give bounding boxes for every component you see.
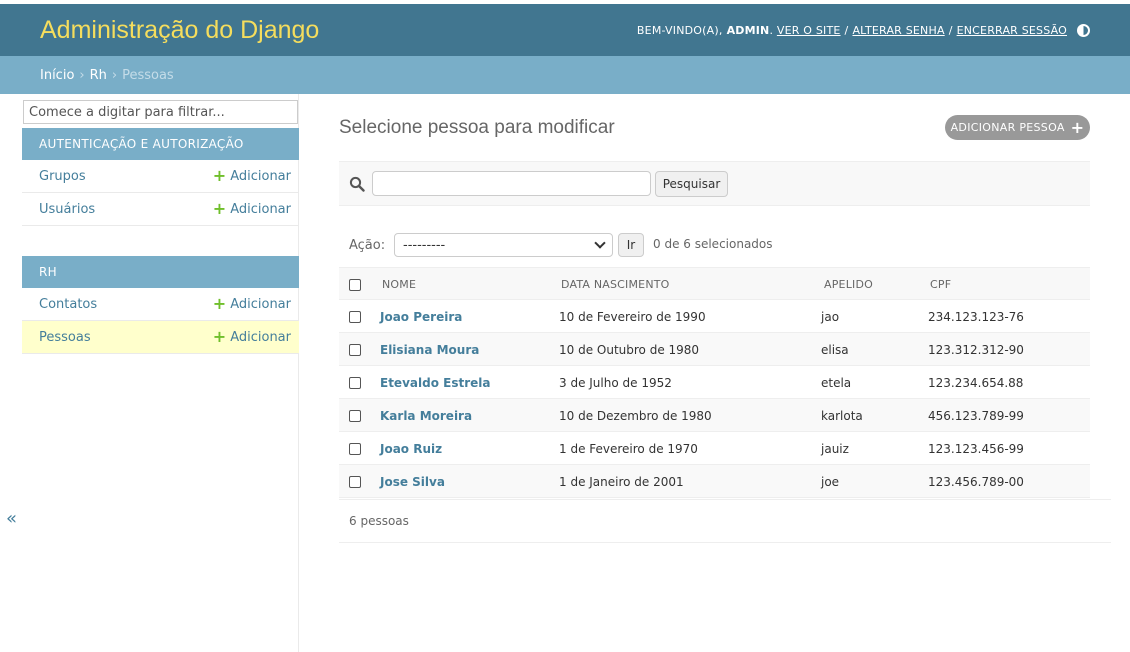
apelido: jauiz — [821, 441, 849, 456]
plus-icon: + — [212, 294, 227, 313]
action-select[interactable]: --------- — [394, 233, 613, 257]
logout-link[interactable]: ENCERRAR SESSÃO — [957, 24, 1067, 37]
selection-counter: 0 de 6 selecionados — [653, 237, 773, 251]
data-nascimento: 1 de Janeiro de 2001 — [559, 474, 684, 489]
plus-icon: + — [212, 166, 227, 185]
apelido: etela — [821, 375, 852, 390]
plus-icon: + — [1070, 117, 1085, 137]
data-nascimento: 1 de Fevereiro de 1970 — [559, 441, 698, 456]
result-list: NOME DATA NASCIMENTO APELIDO CPF Joao Pe… — [339, 267, 1090, 498]
paginator: 6 pessoas — [339, 499, 1111, 543]
row-checkbox[interactable] — [349, 475, 361, 488]
search-button[interactable]: Pesquisar — [655, 171, 728, 197]
apelido: karlota — [821, 408, 863, 423]
breadcrumb-app[interactable]: Rh — [90, 68, 107, 83]
plus-icon: + — [212, 327, 227, 346]
add-usuario-link[interactable]: + Adicionar — [213, 201, 291, 217]
actions-bar: Ação: --------- Ir 0 de 6 selecionados — [339, 232, 1090, 260]
row-checkbox[interactable] — [349, 442, 361, 455]
cpf: 234.123.123-76 — [928, 309, 1024, 324]
row-checkbox[interactable] — [349, 343, 361, 356]
pessoa-link[interactable]: Elisiana Moura — [380, 343, 479, 357]
cpf: 456.123.789-99 — [928, 408, 1024, 423]
sidebar-item-pessoas: Pessoas + Adicionar — [22, 321, 299, 354]
breadcrumb-home[interactable]: Início — [40, 68, 74, 83]
column-header-apelido[interactable]: APELIDO — [824, 268, 873, 301]
table-row: Karla Moreira 10 de Dezembro de 1980 kar… — [339, 399, 1090, 432]
chevron-down-icon — [594, 237, 606, 249]
column-header-nome[interactable]: NOME — [382, 268, 416, 301]
sidebar-item-label[interactable]: Pessoas — [39, 330, 91, 345]
plus-icon: + — [212, 199, 227, 218]
select-all-checkbox[interactable] — [349, 278, 361, 291]
apelido: joe — [821, 474, 840, 489]
data-nascimento: 10 de Outubro de 1980 — [559, 342, 700, 357]
cpf: 123.234.654.88 — [928, 375, 1024, 390]
data-nascimento: 3 de Julho de 1952 — [559, 375, 672, 390]
pessoa-link[interactable]: Joao Ruiz — [380, 442, 442, 456]
search-input[interactable] — [372, 171, 651, 196]
breadcrumb-current: Pessoas — [122, 67, 174, 83]
apelido: jao — [821, 309, 840, 324]
column-header-data[interactable]: DATA NASCIMENTO — [561, 268, 670, 301]
table-row: Etevaldo Estrela 3 de Julho de 1952 etel… — [339, 366, 1090, 399]
change-password-link[interactable]: ALTERAR SENHA — [852, 24, 944, 37]
cpf: 123.123.456-99 — [928, 441, 1024, 456]
add-contato-link[interactable]: + Adicionar — [213, 296, 291, 312]
sidebar-item-contatos: Contatos + Adicionar — [22, 288, 299, 321]
sidebar-item-usuarios: Usuários + Adicionar — [22, 193, 299, 226]
page-title: Selecione pessoa para modificar — [339, 117, 615, 138]
data-nascimento: 10 de Dezembro de 1980 — [559, 408, 712, 423]
pessoa-link[interactable]: Jose Silva — [380, 475, 445, 489]
app-caption-rh[interactable]: RH — [22, 256, 299, 288]
table-header: NOME DATA NASCIMENTO APELIDO CPF — [339, 267, 1090, 300]
sidebar-item-label[interactable]: Contatos — [39, 297, 97, 312]
apelido: elisa — [821, 342, 849, 357]
site-branding[interactable]: Administração do Django — [40, 16, 319, 45]
table-row: Elisiana Moura 10 de Outubro de 1980 eli… — [339, 333, 1090, 366]
table-row: Jose Silva 1 de Janeiro de 2001 joe 123.… — [339, 465, 1090, 498]
add-pessoa-link[interactable]: + Adicionar — [213, 329, 291, 345]
sidebar-item-label[interactable]: Grupos — [39, 169, 86, 184]
row-checkbox[interactable] — [349, 409, 361, 422]
pessoa-link[interactable]: Etevaldo Estrela — [380, 376, 490, 390]
data-nascimento: 10 de Fevereiro de 1990 — [559, 309, 706, 324]
sidebar-filter-input[interactable]: Comece a digitar para filtrar... — [23, 100, 298, 124]
username: ADMIN — [726, 23, 770, 37]
column-header-cpf[interactable]: CPF — [930, 268, 951, 301]
add-grupo-link[interactable]: + Adicionar — [213, 168, 291, 184]
pessoa-link[interactable]: Karla Moreira — [380, 409, 472, 423]
go-button[interactable]: Ir — [618, 233, 644, 257]
add-pessoa-button[interactable]: ADICIONAR PESSOA + — [945, 115, 1090, 140]
cpf: 123.456.789-00 — [928, 474, 1024, 489]
search-toolbar: Pesquisar — [339, 161, 1090, 206]
row-checkbox[interactable] — [349, 310, 361, 323]
cpf: 123.312.312-90 — [928, 342, 1024, 357]
collapse-sidebar-icon[interactable]: « — [6, 508, 17, 529]
user-tools: BEM-VINDO(A), ADMIN. VER O SITE / ALTERA… — [636, 23, 1090, 37]
table-row: Joao Pereira 10 de Fevereiro de 1990 jao… — [339, 300, 1090, 333]
sidebar-item-label[interactable]: Usuários — [39, 202, 95, 217]
row-checkbox[interactable] — [349, 376, 361, 389]
theme-toggle-icon[interactable] — [1077, 23, 1090, 37]
search-icon — [349, 176, 365, 192]
table-row: Joao Ruiz 1 de Fevereiro de 1970 jauiz 1… — [339, 432, 1090, 465]
action-label: Ação: — [349, 238, 386, 253]
app-caption-auth[interactable]: AUTENTICAÇÃO E AUTORIZAÇÃO — [22, 128, 299, 160]
breadcrumb: Início › Rh › Pessoas — [0, 56, 1130, 94]
view-site-link[interactable]: VER O SITE — [777, 24, 841, 37]
pessoa-link[interactable]: Joao Pereira — [380, 310, 462, 324]
site-header: Administração do Django BEM-VINDO(A), AD… — [0, 4, 1130, 56]
welcome-text: BEM-VINDO(A), — [636, 23, 723, 37]
sidebar-item-grupos: Grupos + Adicionar — [22, 160, 299, 193]
nav-sidebar: Comece a digitar para filtrar... AUTENTI… — [22, 94, 299, 652]
